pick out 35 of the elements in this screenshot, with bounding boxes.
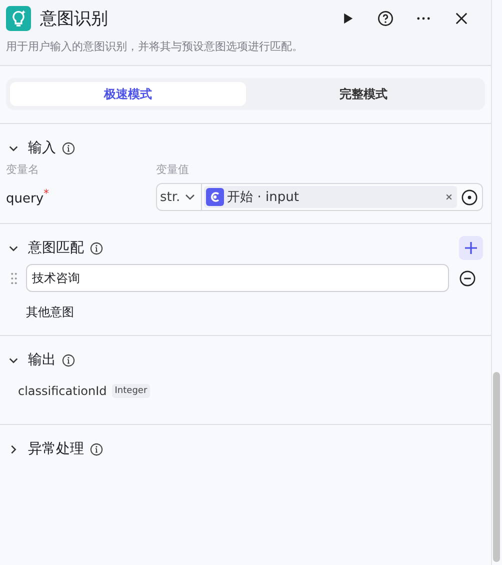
section-title: 意图匹配 [28, 239, 84, 257]
output-name: classificationId [18, 384, 107, 398]
help-icon[interactable] [377, 10, 394, 26]
column-label: 变量名 [6, 162, 40, 177]
scrollbar[interactable] [493, 372, 500, 562]
node-icon [206, 188, 224, 206]
add-button[interactable] [459, 236, 483, 260]
required-mark: * [44, 187, 50, 200]
clear-icon[interactable] [445, 193, 453, 201]
variable-value-field[interactable]: str. 开始 · input [156, 183, 483, 211]
remove-icon[interactable] [459, 270, 476, 286]
plus-icon [464, 241, 478, 255]
section-title: 输入 [28, 139, 56, 157]
info-icon [62, 354, 75, 366]
info-icon [90, 242, 103, 254]
mode-tab[interactable]: 完整模式 [246, 82, 481, 106]
section-title: 输出 [28, 351, 56, 369]
chevron-icon[interactable] [8, 444, 19, 454]
description: 用于用户输入的意图识别，并将其与预设意图选项进行匹配。 [6, 39, 304, 54]
type-tag: Integer [112, 384, 150, 398]
fallback-intent: 其他意图 [26, 304, 75, 321]
variable-name: query$^{*}$ [6, 187, 50, 207]
chevron-down-icon [184, 193, 196, 201]
type-select[interactable]: str. [157, 184, 202, 210]
mode-tab[interactable]: 极速模式 [10, 82, 246, 106]
target-icon[interactable] [461, 188, 478, 206]
column-label: 变量值 [156, 162, 190, 177]
variable-reference[interactable]: 开始 · input [204, 186, 457, 208]
info-icon [62, 142, 75, 154]
drag-handle-icon[interactable] [10, 272, 18, 284]
panel-title: 意图识别 [40, 8, 108, 30]
lightbulb-icon [6, 6, 31, 30]
section-title: 异常处理 [28, 440, 84, 458]
info-icon [90, 442, 103, 456]
intent-field[interactable]: 技术咨询 [26, 264, 449, 292]
